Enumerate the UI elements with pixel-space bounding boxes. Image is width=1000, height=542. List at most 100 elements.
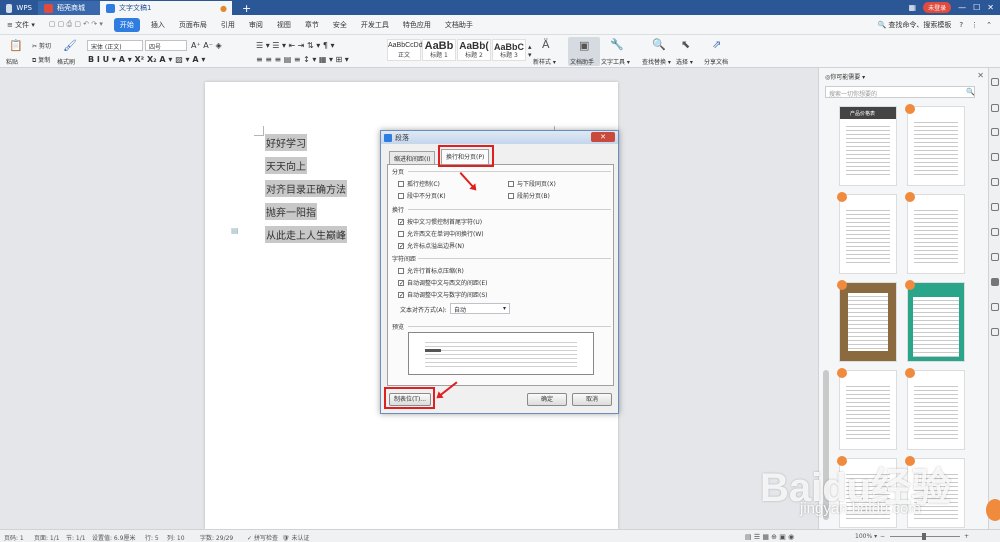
share-doc-button[interactable]: 分享文档 bbox=[704, 57, 728, 66]
style-heading-2[interactable]: AaBb( 标题 2 bbox=[457, 39, 491, 61]
text-align-select[interactable]: 自动 ▾ bbox=[450, 303, 510, 314]
doc-line-2[interactable]: 天天向上 bbox=[265, 157, 307, 174]
quick-access-toolbar[interactable]: ▢ ▢ ⎙ ▢ ↶ ↷ ▾ bbox=[42, 20, 110, 29]
zoom-level[interactable]: 100% ▾ bbox=[855, 533, 877, 540]
template-thumb-8[interactable] bbox=[905, 368, 965, 450]
menu-start[interactable]: 开始 bbox=[113, 17, 140, 32]
close-icon[interactable]: ✕ bbox=[987, 3, 994, 12]
cursor-icon[interactable] bbox=[991, 78, 999, 86]
template-search-input[interactable]: 搜索一切你想要的 bbox=[825, 86, 975, 98]
menu-view[interactable]: 视图 bbox=[270, 20, 298, 30]
paste-icon[interactable]: 📋 bbox=[9, 39, 23, 52]
font-grow-shrink-icons[interactable]: A⁺ A⁻ ◈ bbox=[191, 41, 222, 50]
checkbox-auto-space-cn-num[interactable]: ✓ 自动调整中文与数字的间距(S) bbox=[398, 290, 488, 299]
template-thumb-4[interactable] bbox=[905, 192, 965, 274]
doc-line-1[interactable]: 好好学习 bbox=[265, 134, 307, 151]
status-section[interactable]: 节: 1/1 bbox=[66, 533, 86, 542]
checkbox-widow-control[interactable]: 孤行控制(C) bbox=[398, 179, 440, 188]
shape-icon[interactable] bbox=[991, 128, 999, 136]
copy-button[interactable]: ⧉ 复制 bbox=[32, 55, 50, 65]
template-panel-icon[interactable] bbox=[991, 278, 999, 286]
checkbox-compress-punctuation[interactable]: 允许行首标点压缩(R) bbox=[398, 266, 464, 275]
new-tab-button[interactable]: + bbox=[236, 1, 257, 15]
search-icon[interactable]: 🔍 bbox=[966, 88, 975, 96]
template-thumb-7[interactable] bbox=[837, 368, 897, 450]
checkbox-page-break-before[interactable]: 段前分页(B) bbox=[508, 191, 550, 200]
select-cursor-icon[interactable]: ⬉ bbox=[681, 38, 690, 51]
zoom-out-icon[interactable]: − bbox=[880, 533, 885, 540]
template-thumb-3[interactable] bbox=[837, 192, 897, 274]
status-pages[interactable]: 页面: 1/1 bbox=[34, 533, 60, 542]
menu-developer[interactable]: 开发工具 bbox=[354, 20, 396, 30]
doc-line-5[interactable]: 从此走上人生巅峰 bbox=[265, 226, 347, 243]
zoom-in-icon[interactable]: + bbox=[964, 533, 969, 540]
star-icon[interactable] bbox=[991, 178, 999, 186]
ok-button[interactable]: 确定 bbox=[527, 393, 567, 406]
collapse-ribbon-icon[interactable]: ⌃ bbox=[986, 21, 992, 29]
style-icon[interactable] bbox=[991, 153, 999, 161]
panel-title[interactable]: ◎你可能需要 ▾ bbox=[825, 72, 865, 81]
panel-close-icon[interactable]: ✕ bbox=[977, 71, 984, 80]
tab-indent-spacing[interactable]: 缩进和间距(I) bbox=[389, 151, 436, 164]
style-gallery-scroll[interactable]: ▴ ▾ bbox=[528, 43, 532, 59]
checkbox-western-word-wrap[interactable]: 允许西文在单词中间换行(W) bbox=[398, 229, 484, 238]
template-thumb-5[interactable] bbox=[837, 280, 897, 362]
security-icon[interactable] bbox=[991, 328, 999, 336]
style-normal[interactable]: AaBbCcDd 正文 bbox=[387, 39, 423, 61]
font-family-select[interactable]: 宋体 (正文) bbox=[87, 40, 143, 51]
menu-insert[interactable]: 插入 bbox=[144, 20, 172, 30]
more-icon[interactable]: ⋮ bbox=[971, 21, 978, 29]
template-thumb-2[interactable] bbox=[905, 104, 965, 186]
menu-review[interactable]: 审阅 bbox=[242, 20, 270, 30]
tab-docer-shop[interactable]: 稻壳商城 bbox=[38, 1, 100, 15]
menu-special-apps[interactable]: 特色应用 bbox=[396, 20, 438, 30]
tab-document[interactable]: 文字文稿1 ● bbox=[100, 1, 232, 15]
cancel-button[interactable]: 取消 bbox=[572, 393, 612, 406]
library-icon[interactable] bbox=[991, 253, 999, 261]
select-button[interactable]: 选择 ▾ bbox=[676, 57, 693, 66]
font-format-buttons[interactable]: B I U ▾ A ▾ X² X₂ A ▾ ▨ ▾ A ▾ bbox=[88, 55, 205, 64]
maximize-icon[interactable]: ☐ bbox=[973, 3, 980, 12]
format-painter-icon[interactable]: 🖌 bbox=[63, 39, 77, 52]
status-setting-value[interactable]: 设置值: 6.9厘米 bbox=[92, 533, 135, 542]
menu-security[interactable]: 安全 bbox=[326, 20, 354, 30]
menu-references[interactable]: 引用 bbox=[214, 20, 242, 30]
menu-file[interactable]: ≡ 文件 ▾ bbox=[0, 20, 42, 30]
text-tools-button[interactable]: 文字工具 ▾ bbox=[601, 57, 630, 66]
doc-line-3[interactable]: 对齐目录正确方法 bbox=[265, 180, 347, 197]
font-size-select[interactable]: 四号 bbox=[145, 40, 187, 51]
menu-page-layout[interactable]: 页面布局 bbox=[172, 20, 214, 30]
doc-assistant-button[interactable]: ▣ 文档助手 bbox=[568, 37, 600, 66]
align-buttons[interactable]: ≡ ≡ ≡ ▤ ≡ ↕ ▾ ▦ ▾ ⊞ ▾ bbox=[256, 55, 349, 64]
style-heading-3[interactable]: AaBbC 标题 3 bbox=[492, 39, 526, 61]
menu-doc-assistant[interactable]: 文档助手 bbox=[438, 20, 480, 30]
dialog-close-button[interactable]: ✕ bbox=[591, 132, 615, 142]
assistant-bubble[interactable] bbox=[986, 499, 1000, 521]
help-icon[interactable]: ? bbox=[959, 21, 963, 29]
menu-chapter[interactable]: 章节 bbox=[298, 20, 326, 30]
status-certification[interactable]: 🛡 未认证 bbox=[282, 533, 310, 542]
checkbox-punctuation-overflow[interactable]: ✓ 允许标点溢出边界(N) bbox=[398, 241, 464, 250]
paste-button[interactable]: 粘贴 bbox=[6, 57, 18, 66]
zoom-slider-handle[interactable] bbox=[922, 533, 926, 540]
list-buttons[interactable]: ☰ ▾ ☰ ▾ ⇤ ⇥ ⇅ ▾ ¶ ▾ bbox=[256, 41, 335, 50]
text-tools-icon[interactable]: 🔧 bbox=[610, 38, 624, 51]
new-style-button[interactable]: 新样式 ▾ bbox=[533, 57, 556, 66]
edit-icon[interactable] bbox=[991, 104, 999, 112]
share-icon[interactable]: ⇗ bbox=[712, 38, 721, 51]
dialog-title-bar[interactable]: 段落 ✕ bbox=[381, 131, 618, 144]
status-word-count[interactable]: 字数: 29/29 bbox=[200, 533, 233, 542]
style-heading-1[interactable]: AaBb 标题 1 bbox=[422, 39, 456, 61]
status-spell-check[interactable]: ✓ 拼写检查 bbox=[247, 533, 278, 542]
view-mode-buttons[interactable]: ▤ ☰ ▦ ⊕ ▣ ◉ bbox=[745, 533, 794, 541]
find-replace-icon[interactable]: 🔍 bbox=[652, 38, 666, 51]
history-icon[interactable] bbox=[991, 303, 999, 311]
find-replace-button[interactable]: 查找替换 ▾ bbox=[642, 57, 671, 66]
format-painter-button[interactable]: 格式刷 bbox=[57, 57, 75, 66]
tab-line-page-breaks[interactable]: 换行和分页(P) bbox=[441, 149, 490, 164]
status-page-number[interactable]: 页码: 1 bbox=[4, 533, 24, 542]
checkbox-keep-lines[interactable]: 段中不分页(K) bbox=[398, 191, 446, 200]
login-button[interactable]: 未登录 bbox=[923, 2, 952, 13]
cut-button[interactable]: ✂ 剪切 bbox=[32, 41, 51, 50]
table-icon[interactable] bbox=[991, 228, 999, 236]
